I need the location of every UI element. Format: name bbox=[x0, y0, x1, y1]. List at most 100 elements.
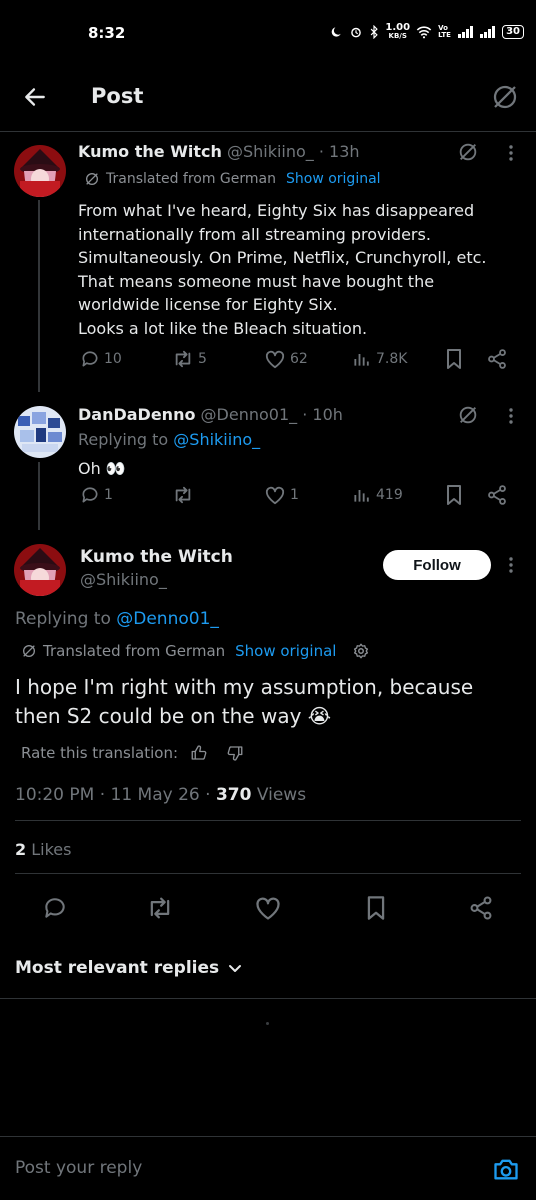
like-button[interactable]: 62 bbox=[264, 349, 308, 369]
settings-icon[interactable] bbox=[352, 642, 370, 660]
signal-icon bbox=[458, 26, 474, 38]
post-meta: 10:20 PM · 11 May 26 · 370 Views bbox=[15, 785, 306, 805]
replying-prefix: Replying to bbox=[78, 430, 174, 449]
share-icon[interactable] bbox=[468, 895, 494, 921]
like-icon[interactable] bbox=[254, 895, 282, 921]
chevron-down-icon bbox=[227, 960, 243, 976]
translated-label: Translated from German bbox=[106, 171, 276, 187]
handle[interactable]: @Shikiino_ bbox=[80, 570, 167, 589]
thread-line bbox=[38, 462, 40, 530]
reply-count: 1 bbox=[104, 487, 113, 503]
grok-icon[interactable] bbox=[490, 82, 520, 112]
translation-row: Translated from German Show original bbox=[21, 642, 370, 660]
tweet-text: From what I've heard, Eighty Six has dis… bbox=[78, 201, 487, 338]
reply-count: 10 bbox=[104, 351, 122, 367]
rate-translation-row: Rate this translation: bbox=[21, 744, 244, 762]
replying-prefix: Replying to bbox=[15, 609, 117, 629]
volte-label: Vo LTE bbox=[438, 24, 451, 39]
reply-button[interactable]: 1 bbox=[80, 485, 113, 505]
page-title: Post bbox=[91, 84, 144, 108]
views-count: 370 bbox=[215, 785, 252, 805]
share-icon[interactable] bbox=[486, 484, 508, 506]
likes-label: Likes bbox=[26, 840, 72, 859]
like-count: 62 bbox=[290, 351, 308, 367]
loading-indicator bbox=[266, 1022, 269, 1025]
replying-to: Replying to @Shikiino_ bbox=[78, 430, 260, 449]
battery-icon: 30 bbox=[502, 25, 524, 39]
thumbs-down-icon[interactable] bbox=[226, 744, 244, 762]
display-name[interactable]: DanDaDenno bbox=[78, 405, 195, 424]
views-button[interactable]: 7.8K bbox=[352, 349, 407, 369]
repost-icon[interactable] bbox=[146, 895, 174, 921]
more-icon[interactable] bbox=[503, 406, 519, 426]
timestamp: · 13h bbox=[318, 142, 360, 161]
rate-label: Rate this translation: bbox=[21, 744, 179, 762]
reply-button[interactable]: 10 bbox=[80, 349, 122, 369]
display-name[interactable]: Kumo the Witch bbox=[78, 142, 222, 161]
translate-icon bbox=[21, 643, 37, 659]
bookmark-icon[interactable] bbox=[444, 484, 464, 506]
status-time: 8:32 bbox=[88, 24, 126, 42]
net-speed-unit: KB/S bbox=[388, 32, 407, 40]
stats-divider bbox=[15, 873, 521, 874]
display-name[interactable]: Kumo the Witch bbox=[80, 547, 233, 567]
grok-icon[interactable] bbox=[457, 141, 479, 163]
likes-summary[interactable]: 2 Likes bbox=[15, 840, 71, 859]
post-timestamp: 10:20 PM · 11 May 26 · bbox=[15, 785, 216, 805]
like-button[interactable]: 1 bbox=[264, 485, 299, 505]
back-arrow-icon[interactable] bbox=[22, 84, 48, 110]
follow-button[interactable]: Follow bbox=[383, 550, 491, 580]
tweet-header: Kumo the Witch @Shikiino_ · 13h bbox=[78, 142, 360, 161]
repost-count: 5 bbox=[198, 351, 207, 367]
reply-icon[interactable] bbox=[42, 895, 68, 921]
tweet-header: DanDaDenno @Denno01_ · 10h bbox=[78, 405, 343, 424]
post-text: I hope I'm right with my assumption, bec… bbox=[15, 675, 474, 728]
thread-line bbox=[38, 200, 40, 392]
net-speed: 1.00 KB/S bbox=[385, 22, 411, 41]
dnd-moon-icon bbox=[329, 25, 343, 39]
replying-handle-link[interactable]: @Shikiino_ bbox=[173, 430, 260, 449]
bookmark-icon[interactable] bbox=[444, 348, 464, 370]
repost-button[interactable]: 5 bbox=[172, 349, 207, 369]
bluetooth-icon bbox=[369, 25, 379, 39]
like-count: 1 bbox=[290, 487, 299, 503]
header-divider bbox=[0, 131, 536, 132]
translate-icon bbox=[84, 171, 100, 187]
views-count: 7.8K bbox=[376, 351, 408, 367]
tweet-text: Oh 👀 bbox=[78, 459, 126, 478]
grok-icon[interactable] bbox=[457, 404, 479, 426]
likes-count: 2 bbox=[15, 840, 27, 859]
net-speed-value: 1.00 bbox=[385, 22, 411, 33]
replying-handle-link[interactable]: @Denno01_ bbox=[116, 609, 219, 629]
camera-icon[interactable] bbox=[492, 1156, 520, 1182]
views-count: 419 bbox=[376, 487, 403, 503]
share-icon[interactable] bbox=[486, 348, 508, 370]
avatar[interactable] bbox=[14, 406, 66, 458]
views-button[interactable]: 419 bbox=[352, 485, 403, 505]
views-label: Views bbox=[251, 785, 307, 805]
signal-icon-2 bbox=[480, 26, 496, 38]
replies-divider bbox=[0, 998, 536, 999]
meta-divider bbox=[15, 820, 521, 821]
more-icon[interactable] bbox=[503, 555, 519, 575]
handle[interactable]: @Shikiino_ bbox=[227, 142, 314, 161]
alarm-icon bbox=[349, 25, 363, 39]
composer-divider bbox=[0, 1136, 536, 1137]
handle[interactable]: @Denno01_ bbox=[201, 405, 298, 424]
bookmark-icon[interactable] bbox=[364, 895, 388, 921]
avatar[interactable] bbox=[14, 544, 66, 596]
repost-button[interactable] bbox=[172, 485, 198, 505]
replying-to: Replying to @Denno01_ bbox=[15, 609, 219, 629]
thumbs-up-icon[interactable] bbox=[190, 744, 208, 762]
translation-row: Translated from German Show original bbox=[84, 171, 381, 187]
timestamp: · 10h bbox=[302, 405, 343, 424]
more-icon[interactable] bbox=[503, 143, 519, 163]
show-original-link[interactable]: Show original bbox=[235, 642, 336, 660]
avatar[interactable] bbox=[14, 145, 66, 197]
show-original-link[interactable]: Show original bbox=[286, 171, 381, 187]
translated-label: Translated from German bbox=[43, 642, 226, 660]
wifi-icon bbox=[416, 25, 432, 39]
reply-input[interactable]: Post your reply bbox=[15, 1158, 142, 1178]
reply-sort-dropdown[interactable]: Most relevant replies bbox=[15, 958, 243, 978]
status-icons: 1.00 KB/S Vo LTE 30 bbox=[329, 22, 524, 41]
